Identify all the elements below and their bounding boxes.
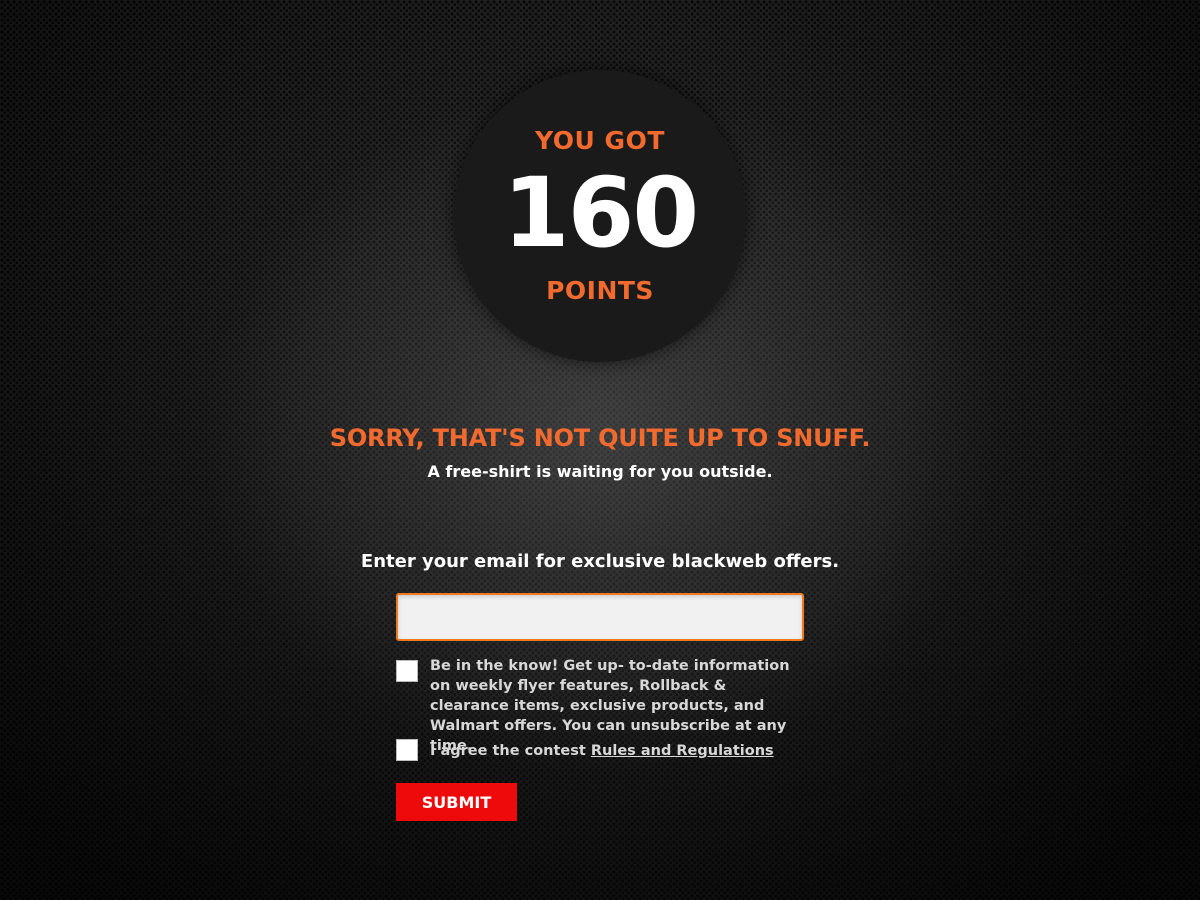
result-subline: A free-shirt is waiting for you outside.	[427, 462, 773, 481]
newsletter-checkbox[interactable]	[396, 660, 418, 682]
rules-label: I agree the contest Rules and Regulation…	[430, 741, 800, 761]
email-input[interactable]	[396, 593, 804, 641]
rules-link[interactable]: Rules and Regulations	[591, 743, 774, 759]
score-top-label: YOU GOT	[535, 126, 665, 155]
submit-button[interactable]: SUBMIT	[396, 783, 517, 821]
rules-checkbox[interactable]	[396, 739, 418, 761]
score-badge: YOU GOT 160 POINTS	[454, 70, 746, 362]
result-headline: SORRY, THAT'S NOT QUITE UP TO SNUFF.	[329, 424, 871, 452]
email-prompt: Enter your email for exclusive blackweb …	[360, 551, 840, 572]
rules-label-text: I agree the contest	[430, 743, 591, 759]
score-bottom-label: POINTS	[546, 276, 654, 305]
score-value: 160	[502, 157, 699, 269]
